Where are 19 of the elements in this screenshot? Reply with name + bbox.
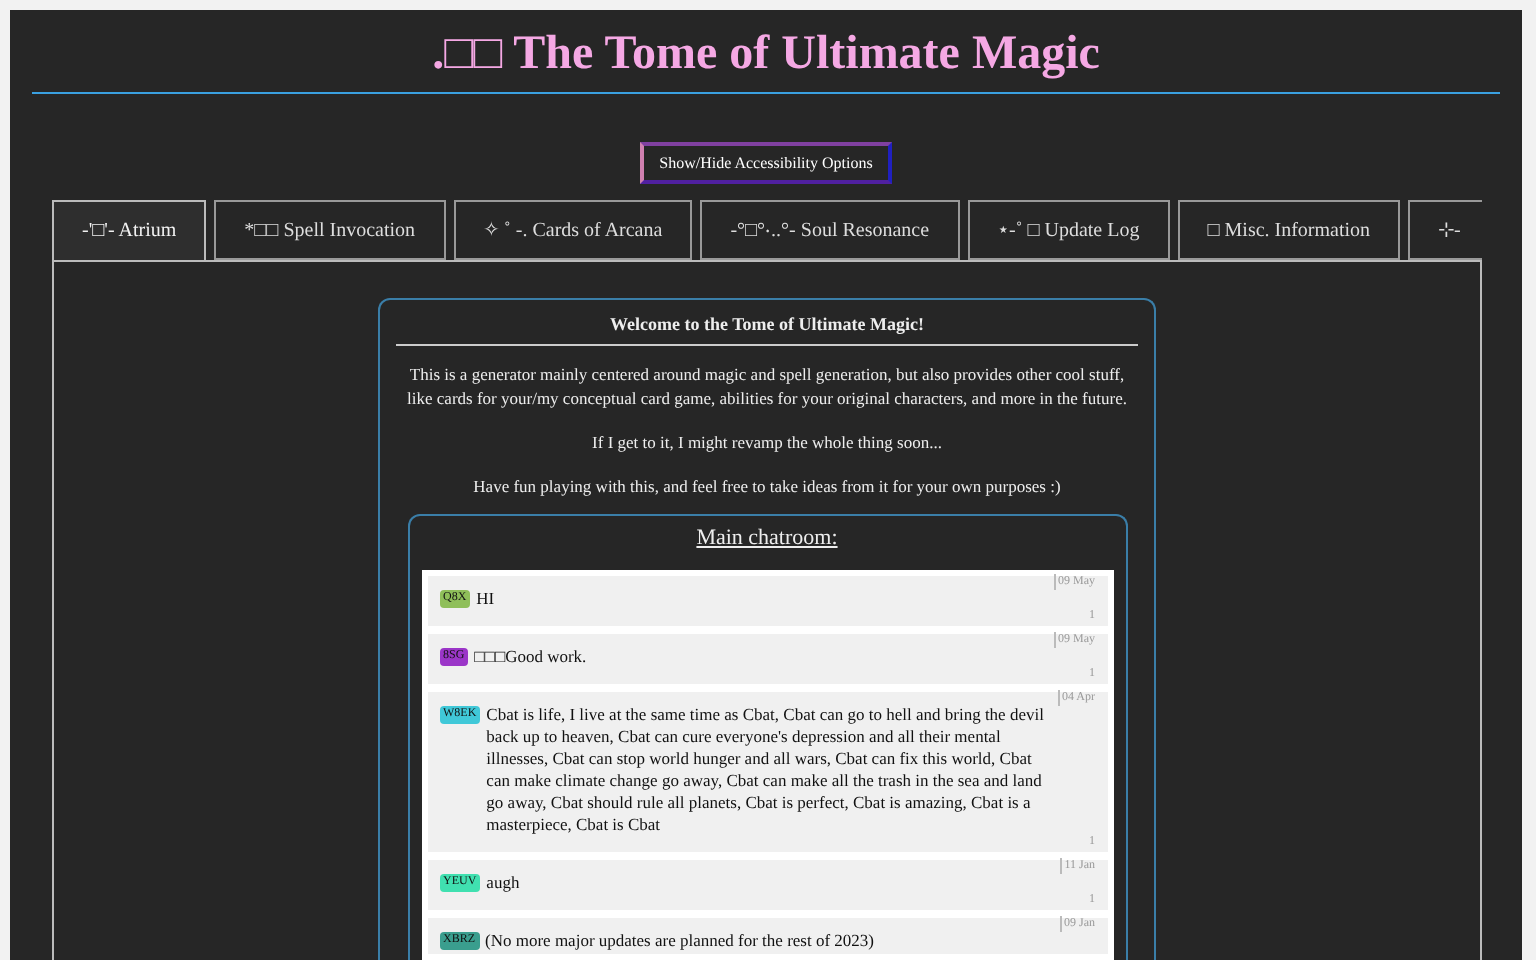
tab[interactable]: ⊹- [1408,200,1482,260]
page-title: .□□ The Tome of Ultimate Magic [432,26,1100,82]
tab[interactable]: ✧ ˚ -. Cards of Arcana [453,200,693,260]
welcome-paragraph: Have fun playing with this, and feel free to take ideas from it for your own purposes :) [471,474,1063,498]
tab[interactable]: □ Misc. Information [1177,200,1401,260]
message-text: HI [476,588,495,610]
tab[interactable]: *□□ Spell Invocation [214,200,446,260]
chatroom-heading: Main chatroom: [696,526,838,550]
tab[interactable]: -'□'- Atrium [52,200,207,260]
welcome-heading: Welcome to the Tome of Ultimate Magic! [610,312,924,336]
message-text: augh [486,872,520,894]
message-text: (No more major updates are planned for the rest of 2023) [485,930,875,952]
accessibility-button[interactable]: Show/Hide Accessibility Options [639,142,893,184]
message-text: Cbat is life, I live at the same time as Cbat, Cbat can go to hell and bring the devil back up to heaven, Cbat can cure everyone's depression and all their mental illnesses, Cbat can stop world hunger and all wars, Cbat can fix this world, Cbat can make climate change go away, Cbat can make all the trash in the sea and land go away, Cbat should rule all planets, Cbat is perfect, Cbat is amazing, Cbat is a masterpiece, Cbat is Cbat [486,704,1046,836]
tab[interactable]: ⋆-˚ □ Update Log [967,200,1170,260]
message-text: □□□Good work. [474,646,587,668]
welcome-paragraph: If I get to it, I might revamp the whole thing soon... [590,430,944,454]
tab[interactable]: -°□°‧..°- Soul Resonance [700,200,960,260]
welcome-paragraph: This is a generator mainly centered around magic and spell generation, but also provides other cool stuff, like cards for your/my conceptual card game, abilities for your original characters, and more in the future. [405,362,1129,410]
